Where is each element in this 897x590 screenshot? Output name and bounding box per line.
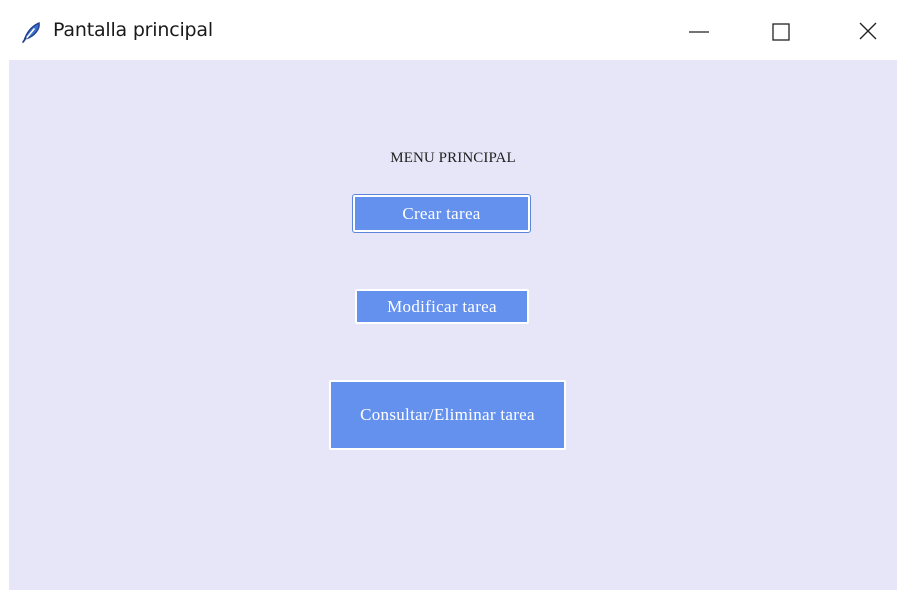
main-panel: MENU PRINCIPAL Crear tarea Modificar tar…: [9, 60, 897, 590]
main-window: Pantalla principal MENU PRINCIPAL Crear …: [0, 0, 897, 590]
modify-task-button[interactable]: Modificar tarea: [355, 289, 529, 324]
feather-pen-icon: [20, 20, 44, 44]
maximize-icon[interactable]: [762, 14, 800, 48]
minimize-icon[interactable]: [680, 14, 718, 48]
create-task-button[interactable]: Crear tarea: [352, 194, 531, 233]
window-title: Pantalla principal: [53, 19, 213, 41]
query-delete-task-button[interactable]: Consultar/Eliminar tarea: [329, 380, 566, 450]
close-icon[interactable]: [849, 14, 887, 48]
title-bar[interactable]: Pantalla principal: [0, 0, 897, 60]
menu-title: MENU PRINCIPAL: [390, 150, 516, 166]
